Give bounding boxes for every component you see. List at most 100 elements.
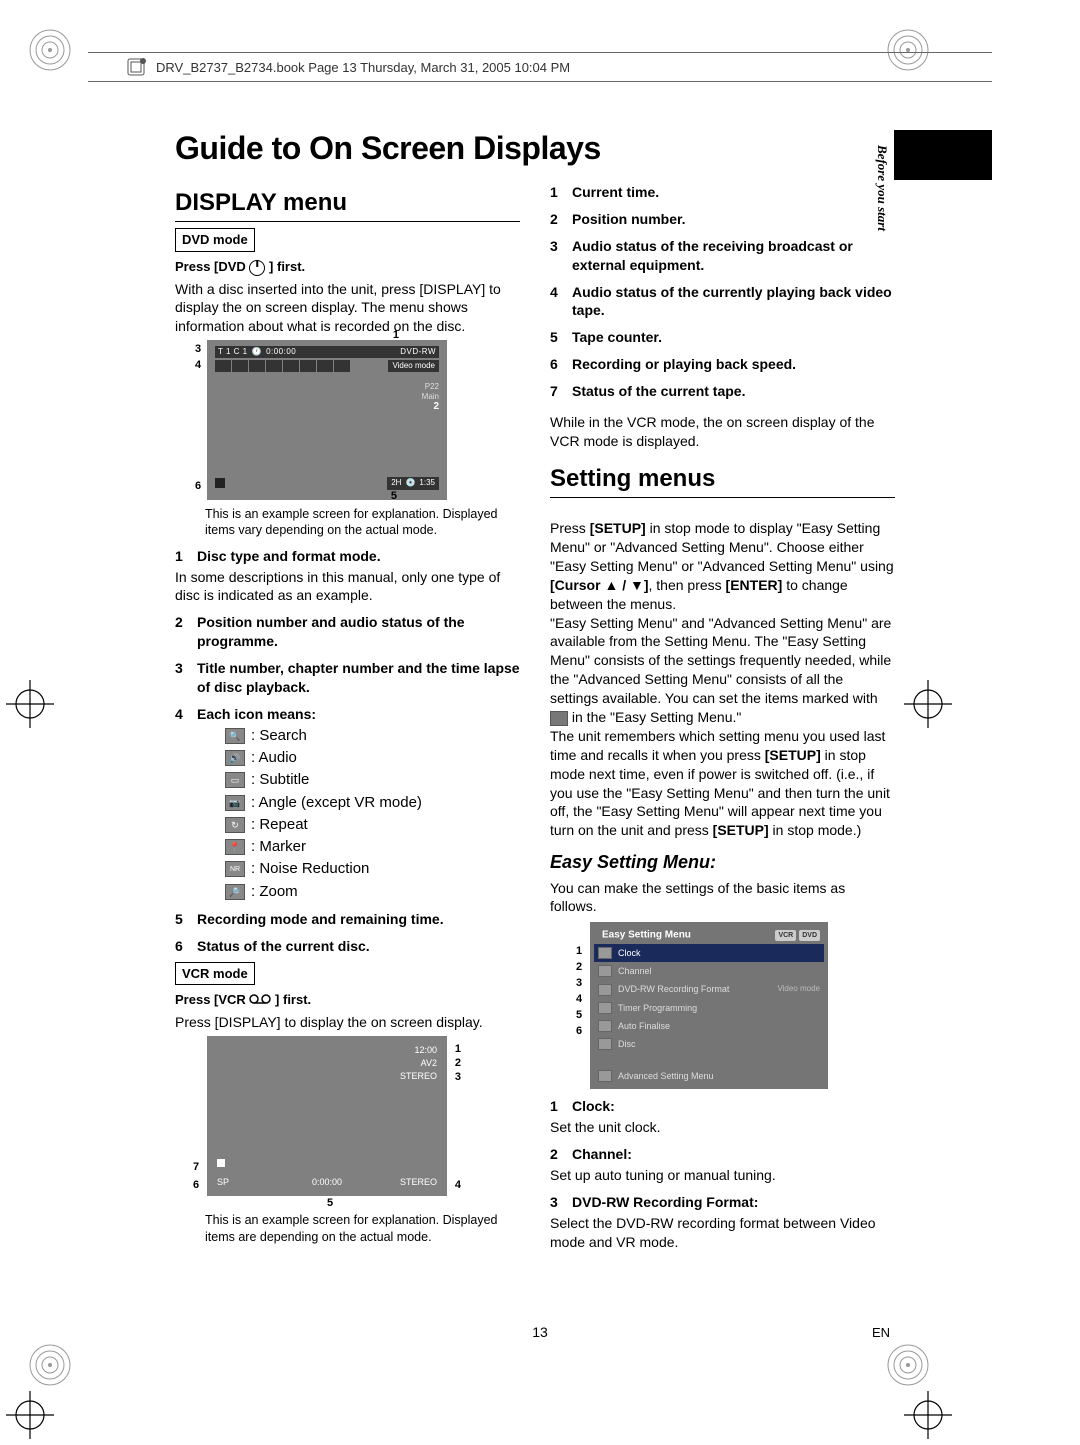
page-title: Guide to On Screen Displays xyxy=(175,130,895,167)
vcr-osd-illustration: 12:00 AV2 STEREO SP 0:00:00 STEREO 1 2 3… xyxy=(207,1036,447,1196)
icon-label-search: : Search xyxy=(251,726,307,746)
vcr-item-3: 3Audio status of the receiving broadcast… xyxy=(550,237,895,275)
osd-callout-6: 6 xyxy=(195,479,201,494)
vcr-callout-1: 1 xyxy=(455,1042,461,1057)
left-column: DISPLAY menu DVD mode Press [DVD ] first… xyxy=(175,175,520,1255)
menu-callout-2: 2 xyxy=(576,960,582,975)
page-lang: EN xyxy=(872,1325,890,1340)
page-number: 13 xyxy=(532,1324,548,1340)
easy-item-1-desc: Set the unit clock. xyxy=(550,1118,895,1137)
osd-disc-type: DVD-RW xyxy=(400,347,436,358)
osd-callout-3: 3 xyxy=(195,342,201,357)
menu-callout-1: 1 xyxy=(576,944,582,959)
vcr-mode-paragraph: While in the VCR mode, the on screen dis… xyxy=(550,413,895,451)
dvd-item-3: 3Title number, chapter number and the ti… xyxy=(175,659,520,697)
icon-legend: 🔍: Search 🔊: Audio ▭: Subtitle 📷: Angle … xyxy=(225,726,520,902)
registration-mark xyxy=(28,1343,72,1387)
menu-title: Easy Setting Menu xyxy=(602,930,691,941)
dvd-item-5: 5Recording mode and remaining time. xyxy=(175,910,520,929)
stop-icon xyxy=(215,478,225,488)
book-icon xyxy=(126,56,148,78)
antenna-icon xyxy=(598,965,612,977)
vcr-audio-tape: STEREO xyxy=(400,1176,437,1188)
crop-target-icon xyxy=(904,1391,952,1439)
menu-item-rec-format: DVD-RW Recording FormatVideo mode xyxy=(594,980,824,998)
dvd-item-4: 4Each icon means: xyxy=(175,705,520,724)
nr-icon: NR xyxy=(225,861,245,877)
osd-rec-mode: 2H xyxy=(391,478,401,489)
easy-item-3-desc: Select the DVD-RW recording format betwe… xyxy=(550,1214,895,1252)
icon-label-angle: : Angle (except VR mode) xyxy=(251,793,422,813)
section-display-menu: DISPLAY menu xyxy=(175,187,520,222)
book-header: DRV_B2737_B2734.book Page 13 Thursday, M… xyxy=(88,52,992,82)
menu-item-timer: Timer Programming xyxy=(594,999,824,1017)
disc-icon xyxy=(598,984,612,996)
vcr-item-4: 4Audio status of the currently playing b… xyxy=(550,283,895,321)
vcr-callout-6: 6 xyxy=(193,1178,199,1193)
crop-target-icon xyxy=(6,680,54,728)
vcr-item-1: 1Current time. xyxy=(550,183,895,202)
menu-callout-3: 3 xyxy=(576,976,582,991)
vcr-item-6: 6Recording or playing back speed. xyxy=(550,355,895,374)
section-setting-menus: Setting menus xyxy=(550,463,895,498)
zoom-icon: 🔎 xyxy=(225,884,245,900)
dvd-item-1-desc: In some descriptions in this manual, onl… xyxy=(175,568,520,606)
setting-menus-paragraph: Press [SETUP] in stop mode to display "E… xyxy=(550,500,895,840)
icon-label-zoom: : Zoom xyxy=(251,882,298,902)
finalize-icon xyxy=(598,1020,612,1032)
easy-item-3: 3DVD-RW Recording Format: xyxy=(550,1193,895,1212)
menu-pill-vcr: VCR xyxy=(775,930,796,941)
dvd-item-6: 6Status of the current disc. xyxy=(175,937,520,956)
vcr-callout-4: 4 xyxy=(455,1178,461,1193)
easy-marker-icon xyxy=(550,711,568,726)
sliders-icon xyxy=(598,1070,612,1082)
osd-callout-2: 2 xyxy=(433,401,439,412)
osd-callout-4: 4 xyxy=(195,358,201,373)
vcr-speed: SP xyxy=(217,1176,229,1188)
disc-icon xyxy=(598,1038,612,1050)
vcr-item-5: 5Tape counter. xyxy=(550,328,895,347)
right-column: 1Current time. 2Position number. 3Audio … xyxy=(550,175,895,1255)
marker-icon: 📍 xyxy=(225,839,245,855)
vcr-time: 12:00 xyxy=(414,1045,437,1055)
icon-label-marker: : Marker xyxy=(251,837,306,857)
vcr-callout-3: 3 xyxy=(455,1070,461,1085)
vcr-note: This is an example screen for explanatio… xyxy=(205,1212,520,1245)
vcr-callout-2: 2 xyxy=(455,1056,461,1071)
icon-label-repeat: : Repeat xyxy=(251,815,308,835)
vcr-audio-broadcast: STEREO xyxy=(400,1071,437,1081)
press-dvd-text-end: ] first. xyxy=(269,259,305,274)
book-header-text: DRV_B2737_B2734.book Page 13 Thursday, M… xyxy=(156,60,570,75)
registration-mark xyxy=(886,1343,930,1387)
vcr-item-7: 7Status of the current tape. xyxy=(550,382,895,401)
osd-title-chapter: T 1 C 1 xyxy=(218,347,248,358)
menu-item-disc: Disc xyxy=(594,1035,824,1053)
menu-callout-4: 4 xyxy=(576,992,582,1007)
vcr-intro: Press [DISPLAY] to display the on screen… xyxy=(175,1013,520,1032)
osd-elapsed: 0:00:00 xyxy=(266,347,296,358)
icon-label-audio: : Audio xyxy=(251,748,297,768)
crop-target-icon xyxy=(6,1391,54,1439)
menu-callout-6: 6 xyxy=(576,1024,582,1039)
easy-item-2-desc: Set up auto tuning or manual tuning. xyxy=(550,1166,895,1185)
vcr-callout-5: 5 xyxy=(327,1196,333,1211)
dvd-item-2: 2Position number and audio status of the… xyxy=(175,613,520,651)
press-vcr-line: Press [VCR ] first. xyxy=(175,991,520,1009)
dvd-item-1: 1Disc type and format mode. xyxy=(175,547,520,566)
subtitle-icon: ▭ xyxy=(225,772,245,788)
osd-callout-5: 5 xyxy=(391,489,397,504)
dvd-intro: With a disc inserted into the unit, pres… xyxy=(175,280,520,337)
menu-pill-dvd: DVD xyxy=(799,930,820,941)
vcr-counter: 0:00:00 xyxy=(312,1176,342,1188)
tape-icon xyxy=(249,992,271,1010)
easy-setting-desc: You can make the settings of the basic i… xyxy=(550,879,895,917)
easy-item-1: 1Clock: xyxy=(550,1097,895,1116)
menu-item-channel: Channel xyxy=(594,962,824,980)
icon-label-nr: : Noise Reduction xyxy=(251,859,369,879)
easy-item-2: 2Channel: xyxy=(550,1145,895,1164)
osd-position: P22 xyxy=(422,382,439,392)
section-tab xyxy=(894,130,992,180)
menu-callout-5: 5 xyxy=(576,1008,582,1023)
menu-item-clock: Clock xyxy=(594,944,824,962)
vcr-callout-7: 7 xyxy=(193,1160,199,1175)
